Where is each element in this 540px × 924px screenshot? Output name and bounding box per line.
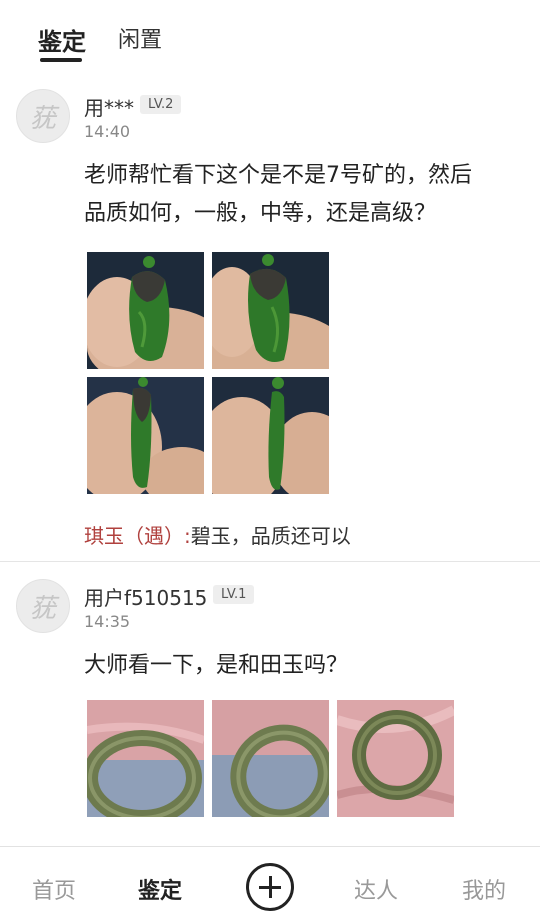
nav-mine[interactable]: 我的: [462, 873, 506, 905]
username[interactable]: 用***: [84, 92, 134, 121]
jade-bangle-photo[interactable]: [337, 700, 454, 817]
expert-answer: 琪玉（遇）:碧玉，品质还可以: [84, 520, 351, 549]
tab-identify[interactable]: 鉴定: [38, 22, 86, 57]
green-jade-pendant-photo[interactable]: [212, 377, 329, 494]
post-question[interactable]: 老师帮忙看下这个是不是7号矿的，然后 品质如何，一般，中等，还是高级？: [84, 157, 514, 233]
active-tab-indicator: [40, 58, 82, 62]
nav-identify[interactable]: 鉴定: [138, 873, 182, 905]
username[interactable]: 用户f510515: [84, 582, 207, 611]
post-time: 14:35: [84, 612, 131, 631]
answer-text: 碧玉，品质还可以: [190, 524, 351, 548]
nav-home[interactable]: 首页: [32, 873, 76, 905]
jade-bangle-photo[interactable]: [212, 700, 329, 817]
avatar[interactable]: 莸: [16, 89, 70, 143]
green-jade-pendant-photo[interactable]: [212, 252, 329, 369]
question-line: 大师看一下，是和田玉吗？: [84, 653, 349, 678]
answer-author[interactable]: 琪玉（遇）:: [84, 524, 191, 548]
green-jade-pendant-photo[interactable]: [87, 377, 204, 494]
post-question[interactable]: 大师看一下，是和田玉吗？: [84, 647, 514, 685]
add-post-button[interactable]: [246, 863, 294, 911]
avatar[interactable]: 莸: [16, 579, 70, 633]
top-tab-bar: 鉴定 闲置: [0, 0, 540, 76]
question-line: 老师帮忙看下这个是不是7号矿的，然后: [84, 163, 472, 188]
divider: [0, 561, 540, 562]
jade-bangle-photo[interactable]: [87, 700, 204, 817]
green-jade-pendant-photo[interactable]: [87, 252, 204, 369]
level-badge: LV.1: [213, 585, 255, 604]
bottom-nav: 首页 鉴定 达人 我的: [0, 846, 540, 924]
question-line: 品质如何，一般，中等，还是高级？: [84, 201, 437, 226]
nav-experts[interactable]: 达人: [354, 873, 398, 905]
tab-idle[interactable]: 闲置: [118, 22, 162, 54]
level-badge: LV.2: [140, 95, 182, 114]
post-time: 14:40: [84, 122, 131, 141]
